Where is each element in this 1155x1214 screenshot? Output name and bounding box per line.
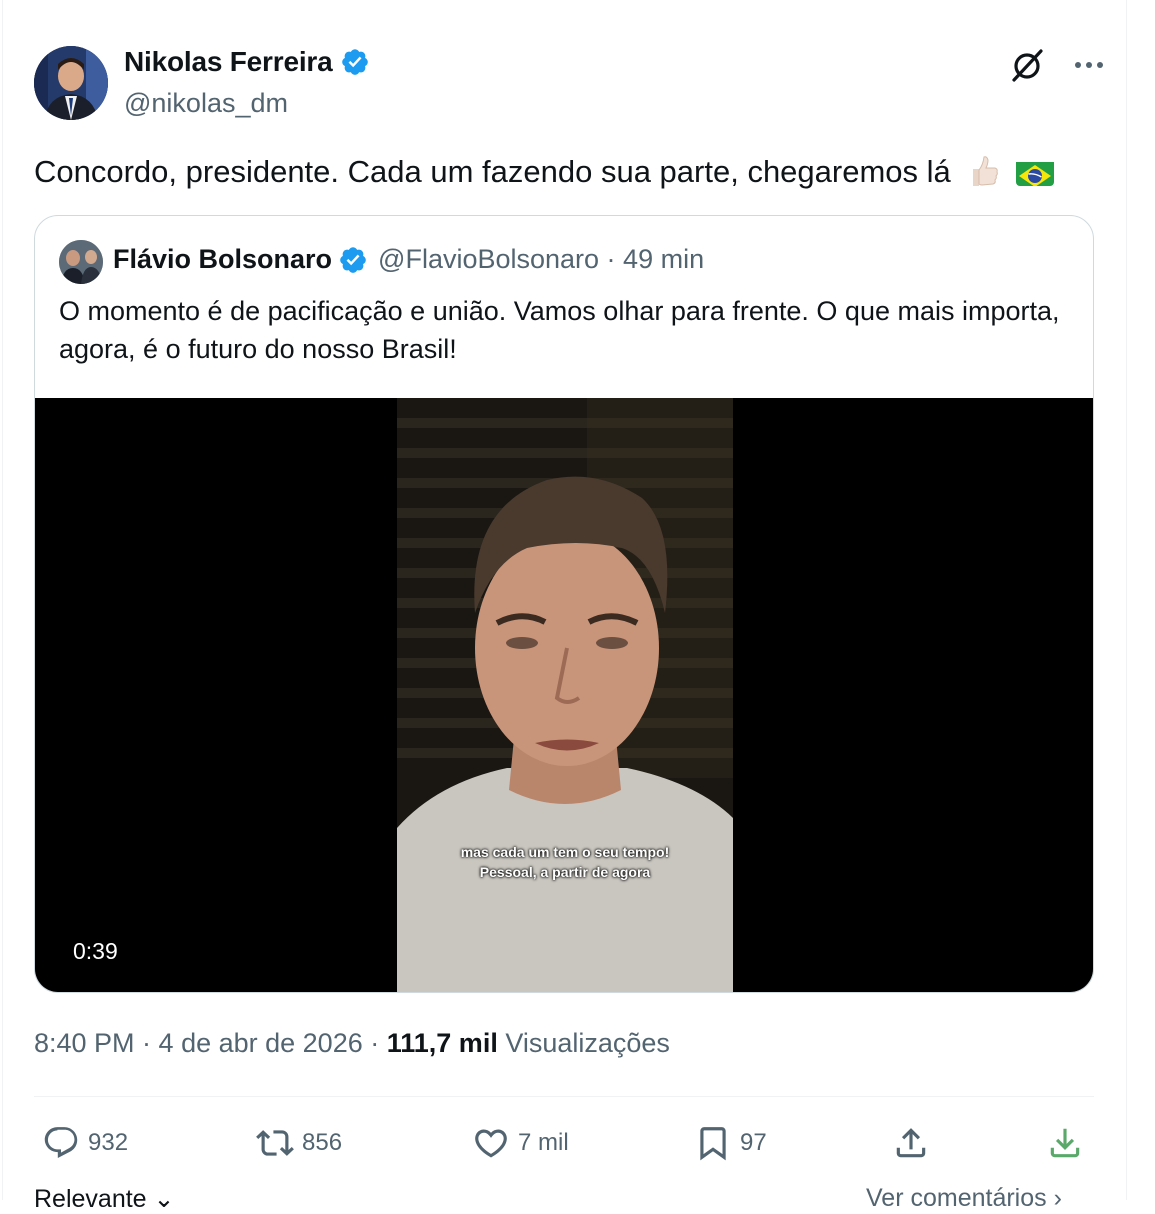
author-handle[interactable]: @nikolas_dm: [124, 88, 288, 119]
reply-count: 932: [88, 1129, 129, 1156]
divider: [34, 1096, 1094, 1097]
sort-relevant-dropdown[interactable]: Relevante ⌄: [34, 1184, 174, 1214]
quoted-tweet-card[interactable]: Flávio Bolsonaro @FlavioBolsonaro · 49 m…: [34, 215, 1094, 993]
tweet-text: Concordo, presidente. Cada um fazendo su…: [34, 150, 1055, 194]
bookmark-icon: [700, 1127, 726, 1161]
share-icon: [896, 1128, 926, 1158]
bookmark-button[interactable]: 97: [694, 1120, 767, 1166]
reply-icon: [44, 1127, 78, 1159]
views-label: Visualizações: [497, 1028, 670, 1058]
column-border-left: [2, 0, 3, 1200]
video-subtitle-line: Pessoal, a partir de agora: [479, 864, 651, 880]
like-button[interactable]: 7 mil: [472, 1120, 569, 1166]
column-border-right: [1126, 0, 1127, 1200]
grok-icon[interactable]: [1008, 46, 1046, 84]
action-bar: 932 856 7 mil 97: [0, 1120, 1155, 1166]
video-subtitle-line: mas cada um tem o seu tempo!: [460, 844, 670, 860]
quoted-author-avatar[interactable]: [59, 240, 103, 284]
reply-button[interactable]: 932: [42, 1120, 128, 1166]
tweet-meta-row: 8:40 PM · 4 de abr de 2026 · 111,7 mil V…: [34, 1028, 670, 1059]
bookmark-count: 97: [740, 1129, 767, 1156]
verified-badge-icon: [340, 246, 366, 273]
quoted-handle-time[interactable]: @FlavioBolsonaro · 49 min: [378, 244, 704, 275]
verified-badge-icon: [342, 49, 369, 75]
brazil-flag-icon: [1016, 158, 1055, 186]
author-name-row: Nikolas Ferreira: [124, 46, 370, 78]
heart-icon: [475, 1129, 507, 1158]
quoted-header: Flávio Bolsonaro @FlavioBolsonaro · 49 m…: [113, 244, 704, 275]
thumbs-up-emoji-icon: [965, 153, 1001, 189]
video-player[interactable]: mas cada um tem o seu tempo! Pessoal, a …: [35, 398, 1093, 992]
retweet-icon: [256, 1130, 294, 1156]
views-count: 111,7 mil: [386, 1028, 498, 1058]
video-thumbnail[interactable]: mas cada um tem o seu tempo! Pessoal, a …: [397, 398, 733, 992]
share-button[interactable]: [892, 1120, 938, 1166]
retweet-count: 856: [302, 1129, 343, 1156]
header-actions: [1008, 46, 1106, 84]
download-icon: [1050, 1128, 1080, 1158]
author-avatar[interactable]: [34, 46, 108, 120]
quoted-author-name[interactable]: Flávio Bolsonaro: [113, 244, 332, 275]
tweet-text-body: Concordo, presidente. Cada um fazendo su…: [34, 154, 951, 189]
view-comments-link[interactable]: Ver comentários ›: [866, 1184, 1062, 1213]
author-name[interactable]: Nikolas Ferreira: [124, 46, 333, 78]
retweet-button[interactable]: 856: [256, 1120, 342, 1166]
quoted-text: O momento é de pacificação e união. Vamo…: [59, 296, 1060, 364]
tweet-detail: Nikolas Ferreira @nikolas_dm Concordo, p…: [0, 0, 1155, 1213]
download-button[interactable]: [1046, 1120, 1092, 1166]
more-icon[interactable]: [1072, 46, 1106, 84]
video-duration: 0:39: [73, 938, 118, 964]
tweet-timestamp[interactable]: 8:40 PM · 4 de abr de 2026 ·: [34, 1028, 387, 1058]
like-count: 7 mil: [518, 1129, 569, 1156]
